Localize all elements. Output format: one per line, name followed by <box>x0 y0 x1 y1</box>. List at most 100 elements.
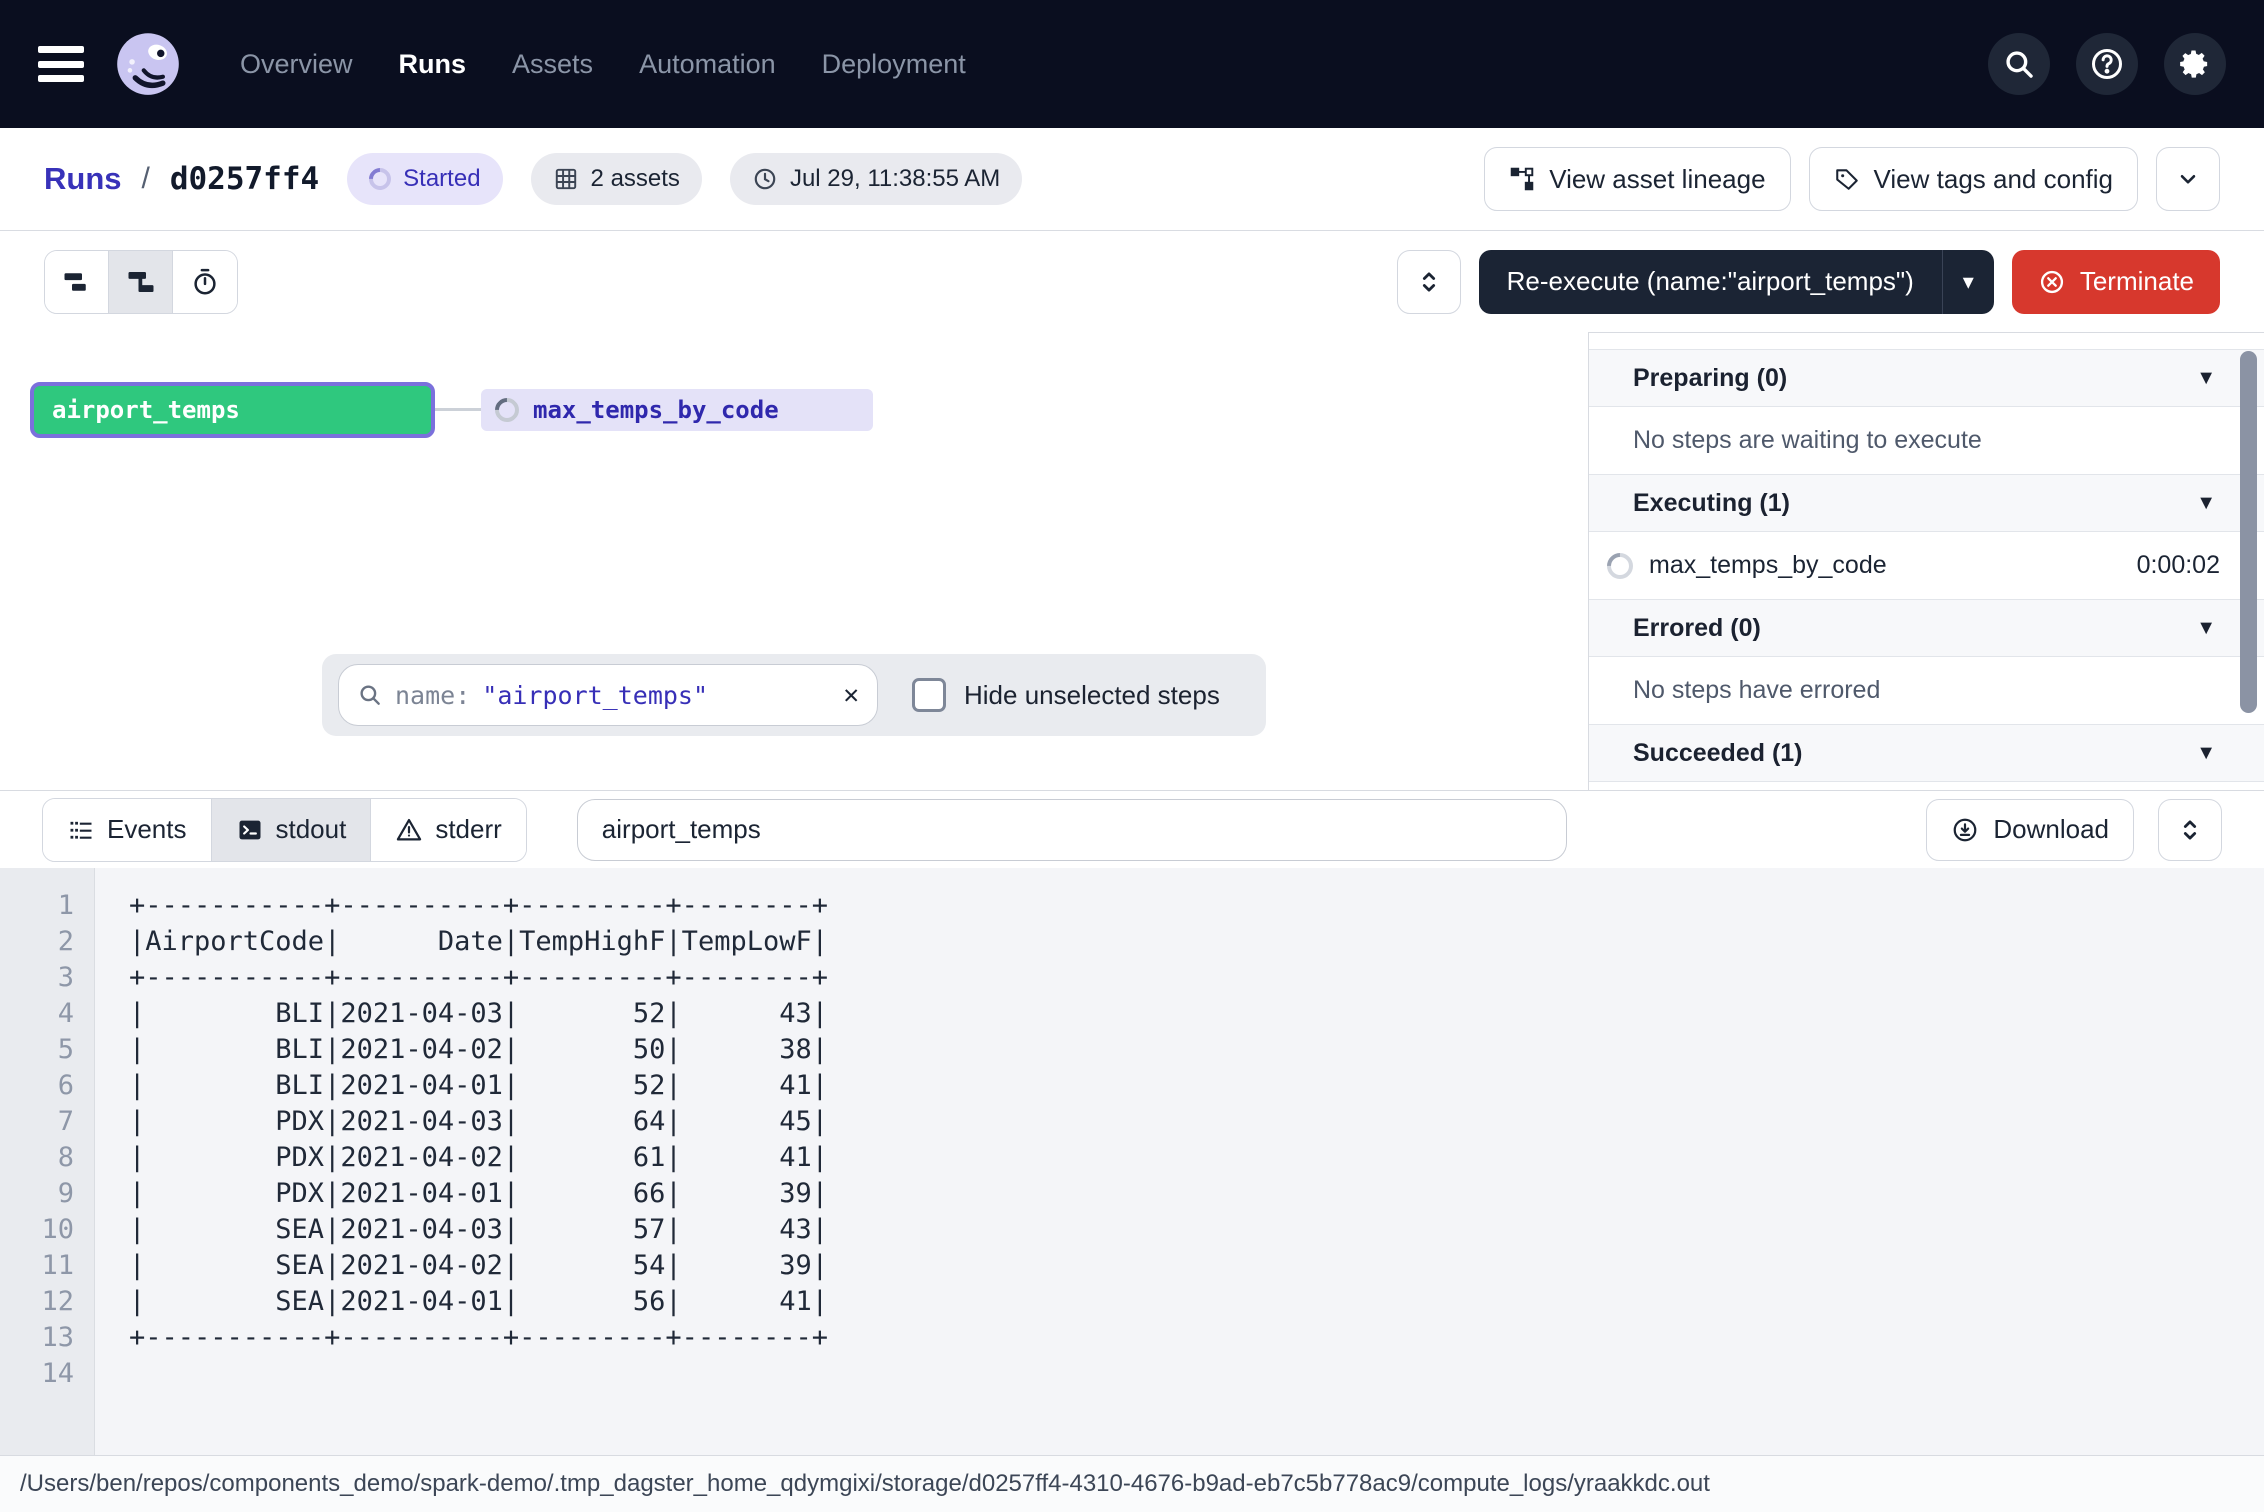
primary-nav: Overview Runs Assets Automation Deployme… <box>240 49 966 80</box>
tab-stdout[interactable]: stdout <box>212 799 372 861</box>
log-line <box>129 1356 2264 1392</box>
panel-scrollbar-thumb[interactable] <box>2240 351 2257 713</box>
assets-grid-icon <box>553 166 579 192</box>
tag-icon <box>1834 166 1860 192</box>
preparing-empty-message: No steps are waiting to execute <box>1589 407 2264 474</box>
step-filter-input[interactable] <box>577 799 1567 861</box>
log-line: | PDX|2021-04-01| 66| 39| <box>129 1176 2264 1212</box>
dagster-run-page: Overview Runs Assets Automation Deployme… <box>0 0 2264 1512</box>
log-line: | SEA|2021-04-01| 56| 41| <box>129 1284 2264 1320</box>
log-line: +-----------+----------+---------+------… <box>129 1320 2264 1356</box>
assets-count-badge[interactable]: 2 assets <box>531 153 702 205</box>
timer-view-button[interactable] <box>173 251 237 313</box>
executing-step-row[interactable]: max_temps_by_code 0:00:02 <box>1589 532 2264 599</box>
reexecute-dropdown-button[interactable]: ▾ <box>1942 250 1994 314</box>
top-navigation-bar: Overview Runs Assets Automation Deployme… <box>0 0 2264 128</box>
help-icon <box>2089 46 2125 82</box>
run-toolbar: Re-execute (name:"airport_temps") ▾ Term… <box>0 231 2264 332</box>
reexecute-button[interactable]: Re-execute (name:"airport_temps") <box>1479 250 1942 314</box>
clock-icon <box>752 166 778 192</box>
collapse-caret-icon: ▼ <box>2196 742 2216 765</box>
status-badge: Started <box>347 153 502 205</box>
zoom-fit-button[interactable] <box>1397 250 1461 314</box>
collapse-caret-icon: ▼ <box>2196 492 2216 515</box>
nav-item-deployment[interactable]: Deployment <box>822 49 966 80</box>
stopwatch-icon <box>190 267 220 297</box>
graph-node-airport-temps[interactable]: airport_temps <box>30 382 435 438</box>
events-list-icon <box>67 816 95 844</box>
collapse-caret-icon: ▼ <box>2196 367 2216 390</box>
run-gantt-section: airport_temps max_temps_by_code name:"ai… <box>0 332 2264 790</box>
search-button[interactable] <box>1988 33 2050 95</box>
log-line: | PDX|2021-04-02| 61| 41| <box>129 1140 2264 1176</box>
nav-item-assets[interactable]: Assets <box>512 49 593 80</box>
settings-button[interactable] <box>2164 33 2226 95</box>
clear-search-icon[interactable]: ✕ <box>843 680 859 710</box>
chevron-down-icon <box>2175 166 2201 192</box>
errored-empty-message: No steps have errored <box>1589 657 2264 724</box>
dagster-logo-icon[interactable] <box>114 30 182 98</box>
log-file-path: /Users/ben/repos/components_demo/spark-d… <box>20 1470 1710 1498</box>
log-line: | BLI|2021-04-03| 52| 43| <box>129 996 2264 1032</box>
step-search-input[interactable]: name:"airport_temps" ✕ <box>338 664 878 726</box>
section-header-succeeded[interactable]: Succeeded (1) ▼ <box>1589 724 2264 782</box>
gear-icon <box>2177 46 2213 82</box>
graph-edge <box>435 408 481 411</box>
log-text-content: +-----------+----------+---------+------… <box>95 868 2264 1455</box>
graph-node-max-temps-by-code[interactable]: max_temps_by_code <box>481 389 873 431</box>
search-icon <box>2002 47 2036 81</box>
started-spinner-icon <box>365 163 396 194</box>
step-spinner-icon <box>1602 547 1639 584</box>
nav-item-runs[interactable]: Runs <box>399 49 467 80</box>
hide-unselected-checkbox[interactable] <box>912 678 946 712</box>
help-button[interactable] <box>2076 33 2138 95</box>
stdout-log-viewer: 12 34 56 78 910 1112 1314 +-----------+-… <box>0 868 2264 1455</box>
view-tags-config-button[interactable]: View tags and config <box>1809 147 2138 211</box>
waterfall-gantt-view-button[interactable] <box>109 251 173 313</box>
run-steps-panel: Preparing (0) ▼ No steps are waiting to … <box>1588 332 2264 790</box>
log-line: | PDX|2021-04-03| 64| 45| <box>129 1104 2264 1140</box>
breadcrumb-separator: / <box>142 162 150 196</box>
terminate-button[interactable]: Terminate <box>2012 250 2220 314</box>
collapse-caret-icon: ▼ <box>2196 617 2216 640</box>
log-line: | SEA|2021-04-02| 54| 39| <box>129 1248 2264 1284</box>
run-id: d0257ff4 <box>170 161 319 197</box>
hide-unselected-label: Hide unselected steps <box>964 680 1220 711</box>
tab-stderr[interactable]: stderr <box>371 799 525 861</box>
more-run-actions-button[interactable] <box>2156 147 2220 211</box>
waterfall-gantt-icon <box>126 267 156 297</box>
log-type-tabs: Events stdout <box>42 798 527 862</box>
section-header-preparing[interactable]: Preparing (0) ▼ <box>1589 349 2264 407</box>
view-mode-segmented-control <box>44 250 238 314</box>
download-icon <box>1951 816 1979 844</box>
log-line: | SEA|2021-04-03| 57| 43| <box>129 1212 2264 1248</box>
tab-events[interactable]: Events <box>43 799 212 861</box>
step-graph-canvas[interactable]: airport_temps max_temps_by_code name:"ai… <box>0 332 1588 790</box>
reexecute-split-button: Re-execute (name:"airport_temps") ▾ <box>1479 250 1994 314</box>
breadcrumb-runs-link[interactable]: Runs <box>44 161 122 197</box>
log-line: |AirportCode| Date|TempHighF|TempLowF| <box>129 924 2264 960</box>
graph-filter-panel: name:"airport_temps" ✕ Hide unselected s… <box>322 654 1266 736</box>
line-number-gutter: 12 34 56 78 910 1112 1314 <box>0 868 95 1455</box>
download-button[interactable]: Download <box>1926 799 2134 861</box>
log-file-path-bar: /Users/ben/repos/components_demo/spark-d… <box>0 1455 2264 1512</box>
nav-item-automation[interactable]: Automation <box>639 49 776 80</box>
log-line: +-----------+----------+---------+------… <box>129 888 2264 924</box>
timestamp-badge: Jul 29, 11:38:55 AM <box>730 153 1022 205</box>
lineage-icon <box>1509 166 1535 192</box>
expand-log-button[interactable] <box>2158 799 2222 861</box>
section-header-executing[interactable]: Executing (1) ▼ <box>1589 474 2264 532</box>
search-icon <box>357 682 383 708</box>
step-elapsed-time: 0:00:02 <box>2137 551 2220 580</box>
executing-spinner-icon <box>490 393 524 427</box>
section-header-errored[interactable]: Errored (0) ▼ <box>1589 599 2264 657</box>
log-line: +-----------+----------+---------+------… <box>129 960 2264 996</box>
terminate-icon <box>2038 268 2066 296</box>
log-toolbar: Events stdout <box>0 790 2264 868</box>
hamburger-menu-icon[interactable] <box>38 46 84 82</box>
view-asset-lineage-button[interactable]: View asset lineage <box>1484 147 1790 211</box>
nav-item-overview[interactable]: Overview <box>240 49 353 80</box>
flat-gantt-view-button[interactable] <box>45 251 109 313</box>
terminal-icon <box>236 816 264 844</box>
updown-chevrons-icon <box>1415 268 1443 296</box>
